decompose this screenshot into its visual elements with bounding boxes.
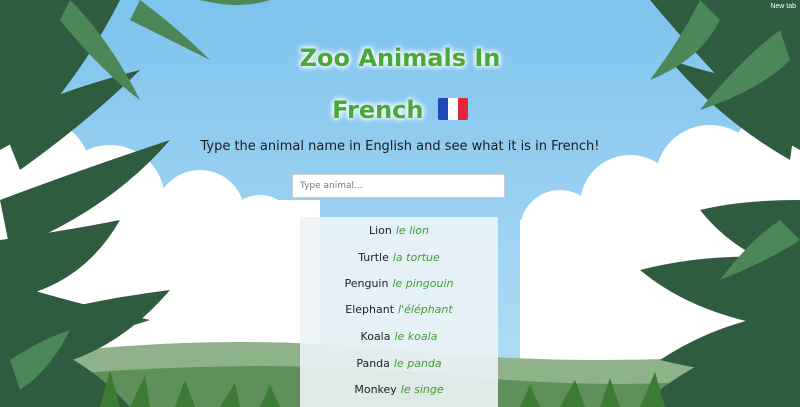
animal-english: Penguin bbox=[344, 277, 389, 290]
animal-french: le singe bbox=[400, 383, 444, 396]
animal-english: Lion bbox=[368, 224, 392, 237]
subtitle: Type the animal name in English and see … bbox=[200, 139, 600, 154]
animal-list: Lion le lion Turtle la tortue Penguin le pi… bbox=[300, 217, 498, 407]
animal-french: le pingouin bbox=[392, 277, 454, 290]
animal-english: Monkey bbox=[354, 383, 397, 396]
list-item: Lion le lion bbox=[300, 224, 498, 238]
list-item: Turtle la tortue bbox=[300, 251, 498, 265]
france-flag-icon bbox=[437, 98, 468, 120]
new-tab-link[interactable]: New tab bbox=[770, 3, 796, 10]
animal-french: l'éléphant bbox=[398, 303, 453, 316]
animal-french: le panda bbox=[393, 357, 442, 370]
title-line-1: Zoo Animals In bbox=[299, 44, 501, 72]
animal-search-input[interactable] bbox=[292, 174, 505, 198]
list-item: Panda le panda bbox=[300, 357, 498, 371]
list-item: Penguin le pingouin bbox=[300, 277, 498, 291]
animal-french: le lion bbox=[395, 224, 430, 237]
title-line-2: French bbox=[250, 84, 550, 136]
list-item: Elephant l'éléphant bbox=[300, 303, 498, 317]
animal-french: la tortue bbox=[392, 251, 440, 264]
animal-english: Elephant bbox=[345, 303, 395, 316]
animal-english: Koala bbox=[360, 330, 391, 343]
list-item: Monkey le singe bbox=[300, 383, 498, 397]
animal-english: Turtle bbox=[358, 251, 389, 264]
title-line-2-text: French bbox=[332, 96, 424, 124]
animal-french: le koala bbox=[394, 330, 438, 343]
animal-english: Panda bbox=[356, 357, 390, 370]
page-title: Zoo Animals In French bbox=[250, 32, 550, 136]
list-item: Koala le koala bbox=[300, 330, 498, 344]
